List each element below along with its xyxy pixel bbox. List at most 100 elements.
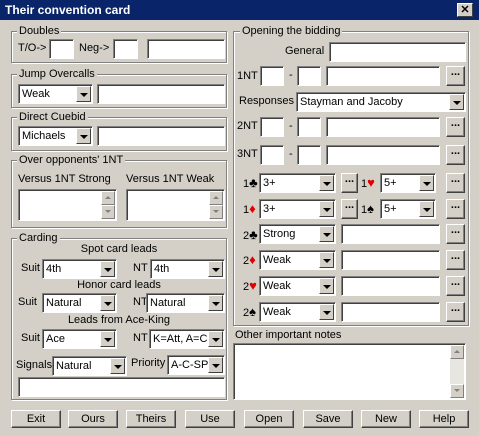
nt1-to-field[interactable] bbox=[297, 66, 321, 86]
scroll-down-icon[interactable] bbox=[209, 205, 223, 219]
help-button[interactable]: Help bbox=[419, 410, 469, 428]
two-spade-select[interactable]: Weak bbox=[259, 302, 336, 322]
two-diamond-more-button[interactable]: ... bbox=[446, 250, 465, 270]
nt2-to-field[interactable] bbox=[297, 117, 321, 137]
vs-1nt-weak-field[interactable] bbox=[126, 189, 225, 221]
two-club-more-button[interactable]: ... bbox=[446, 224, 465, 244]
scrollbar[interactable] bbox=[450, 345, 464, 398]
chevron-down-icon[interactable] bbox=[319, 201, 334, 217]
chevron-down-icon[interactable] bbox=[419, 201, 434, 217]
vs-1nt-strong-field[interactable] bbox=[18, 189, 117, 221]
nt3-notes-field[interactable] bbox=[326, 145, 440, 165]
takeout-label: T/O-> bbox=[18, 42, 47, 54]
negative-double-field[interactable] bbox=[113, 39, 138, 59]
two-club-label: 2♣ bbox=[243, 228, 258, 243]
takeout-double-field[interactable] bbox=[49, 39, 74, 59]
scroll-down-icon[interactable] bbox=[450, 384, 464, 398]
jump-overcalls-select[interactable]: Weak bbox=[18, 84, 93, 104]
nt2-notes-field[interactable] bbox=[326, 117, 440, 137]
two-heart-notes-field[interactable] bbox=[341, 276, 440, 296]
chevron-down-icon[interactable] bbox=[76, 128, 91, 144]
one-diamond-more-button[interactable]: ... bbox=[341, 199, 358, 219]
two-club-notes-field[interactable] bbox=[341, 224, 440, 244]
chevron-down-icon[interactable] bbox=[319, 226, 334, 242]
chevron-down-icon[interactable] bbox=[100, 295, 115, 311]
chevron-down-icon[interactable] bbox=[208, 331, 223, 347]
responses-select[interactable]: Stayman and Jacoby bbox=[296, 92, 466, 112]
scrollbar[interactable] bbox=[101, 191, 115, 219]
direct-cuebid-select[interactable]: Michaels bbox=[18, 126, 93, 146]
exit-button[interactable]: Exit bbox=[11, 410, 61, 428]
two-spade-more-button[interactable]: ... bbox=[446, 302, 465, 322]
new-button[interactable]: New bbox=[361, 410, 411, 428]
chevron-down-icon[interactable] bbox=[100, 261, 115, 277]
close-button[interactable]: ✕ bbox=[457, 3, 473, 17]
nt1-notes-field[interactable] bbox=[326, 66, 440, 86]
nt2-from-field[interactable] bbox=[260, 117, 284, 137]
ak-nt-select[interactable]: K=Att, A=Cnt bbox=[149, 329, 225, 349]
use-button[interactable]: Use bbox=[185, 410, 235, 428]
nt3-more-button[interactable]: ... bbox=[446, 145, 465, 165]
two-club-select[interactable]: Strong bbox=[259, 224, 336, 244]
chevron-down-icon[interactable] bbox=[208, 357, 223, 373]
chevron-down-icon[interactable] bbox=[100, 331, 115, 347]
scroll-down-icon[interactable] bbox=[101, 205, 115, 219]
scroll-up-icon[interactable] bbox=[209, 191, 223, 205]
one-club-value: 3+ bbox=[263, 177, 276, 189]
chevron-down-icon[interactable] bbox=[208, 261, 223, 277]
scrollbar[interactable] bbox=[209, 191, 223, 219]
scroll-up-icon[interactable] bbox=[101, 191, 115, 205]
signals-select[interactable]: Natural bbox=[52, 356, 127, 376]
chevron-down-icon[interactable] bbox=[419, 175, 434, 191]
chevron-down-icon[interactable] bbox=[319, 252, 334, 268]
other-notes-field[interactable] bbox=[233, 343, 466, 400]
one-club-more-button[interactable]: ... bbox=[341, 173, 358, 193]
one-diamond-select[interactable]: 3+ bbox=[259, 199, 336, 219]
two-heart-more-button[interactable]: ... bbox=[446, 276, 465, 296]
general-field[interactable] bbox=[329, 42, 466, 62]
nt3-to-field[interactable] bbox=[297, 145, 321, 165]
one-heart-more-button[interactable]: ... bbox=[446, 173, 465, 193]
jump-overcalls-notes-field[interactable] bbox=[97, 84, 225, 104]
one-heart-select[interactable]: 5+ bbox=[380, 173, 436, 193]
two-spade-notes-field[interactable] bbox=[341, 302, 440, 322]
ace-king-leads-label: Leads from Ace-King bbox=[67, 314, 171, 326]
open-button[interactable]: Open bbox=[244, 410, 294, 428]
chevron-down-icon[interactable] bbox=[76, 86, 91, 102]
doubles-notes-field[interactable] bbox=[147, 39, 225, 59]
spot-nt-select[interactable]: 4th bbox=[150, 259, 225, 279]
chevron-down-icon[interactable] bbox=[208, 295, 223, 311]
chevron-down-icon[interactable] bbox=[319, 175, 334, 191]
direct-cuebid-notes-field[interactable] bbox=[97, 126, 225, 146]
ours-button[interactable]: Ours bbox=[68, 410, 118, 428]
signals-label: Signals bbox=[16, 359, 53, 371]
two-diamond-notes-field[interactable] bbox=[341, 250, 440, 270]
chevron-down-icon[interactable] bbox=[319, 304, 334, 320]
two-club-value: Strong bbox=[263, 228, 296, 240]
nt3-from-field[interactable] bbox=[260, 145, 284, 165]
spot-nt-value: 4th bbox=[154, 263, 170, 275]
one-club-select[interactable]: 3+ bbox=[259, 173, 336, 193]
spot-suit-label: Suit bbox=[21, 262, 40, 274]
chevron-down-icon[interactable] bbox=[110, 358, 125, 374]
nt2-more-button[interactable]: ... bbox=[446, 117, 465, 137]
theirs-button[interactable]: Theirs bbox=[126, 410, 176, 428]
carding-notes-field[interactable] bbox=[18, 377, 225, 397]
scroll-up-icon[interactable] bbox=[450, 345, 464, 359]
save-button[interactable]: Save bbox=[303, 410, 353, 428]
one-spade-select[interactable]: 5+ bbox=[380, 199, 436, 219]
honor-suit-select[interactable]: Natural bbox=[42, 293, 117, 313]
negative-label: Neg-> bbox=[79, 42, 110, 54]
spot-suit-select[interactable]: 4th bbox=[42, 259, 117, 279]
ak-suit-select[interactable]: Ace bbox=[42, 329, 117, 349]
responses-value: Stayman and Jacoby bbox=[300, 96, 403, 108]
two-heart-select[interactable]: Weak bbox=[259, 276, 336, 296]
two-diamond-select[interactable]: Weak bbox=[259, 250, 336, 270]
honor-nt-select[interactable]: Natural bbox=[146, 293, 225, 313]
priority-select[interactable]: A-C-SP bbox=[167, 355, 225, 375]
nt1-more-button[interactable]: ... bbox=[446, 66, 465, 86]
one-spade-more-button[interactable]: ... bbox=[446, 199, 465, 219]
chevron-down-icon[interactable] bbox=[449, 94, 464, 110]
chevron-down-icon[interactable] bbox=[319, 278, 334, 294]
nt1-from-field[interactable] bbox=[260, 66, 284, 86]
